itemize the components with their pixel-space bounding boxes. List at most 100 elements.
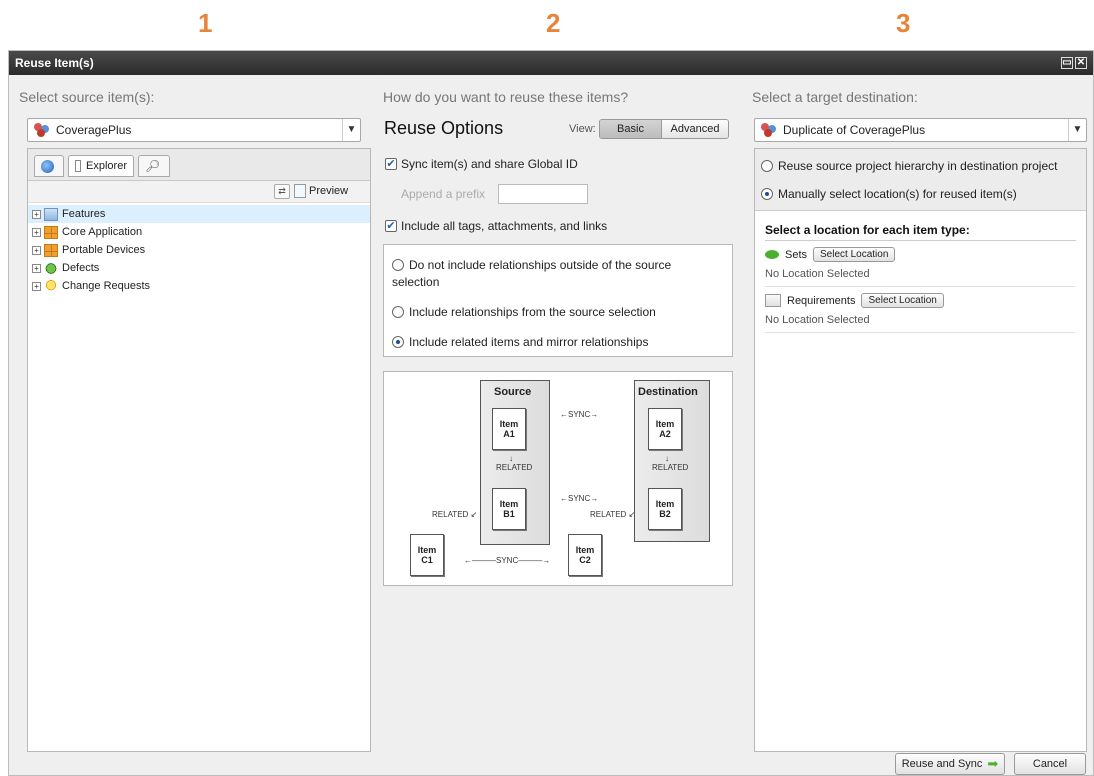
select-location-button[interactable]: Select Location: [861, 293, 944, 308]
relationship-diagram: Source Destination Item A1 Item A2 Item …: [383, 371, 733, 586]
select-location-button[interactable]: Select Location: [813, 247, 896, 262]
tab-globe[interactable]: [34, 155, 64, 177]
diagram-item-c1: Item C1: [410, 534, 444, 576]
prefix-input[interactable]: [498, 184, 588, 204]
tree-item-defects[interactable]: + Defects: [28, 259, 370, 277]
location-status: No Location Selected: [765, 314, 870, 326]
related-arrow-c1: RELATED ↙: [432, 510, 478, 519]
lightbulb-icon: [44, 279, 58, 293]
location-heading: Select a location for each item type:: [765, 223, 970, 237]
tab-explorer[interactable]: Explorer: [68, 155, 134, 177]
view-label: View:: [569, 123, 596, 135]
relationship-label: Do not include relationships outside of …: [392, 258, 672, 289]
related-arrow-c2: RELATED ↙: [590, 510, 636, 519]
diagram-item-c2: Item C2: [568, 534, 602, 576]
divider: [765, 240, 1076, 241]
source-project-name: CoveragePlus: [56, 123, 132, 137]
source-tree-panel: Explorer 🔎︎ ⇄ Preview + Features + Core …: [27, 148, 371, 752]
hierarchy-radio[interactable]: [761, 160, 773, 172]
view-basic-button[interactable]: Basic: [600, 120, 662, 138]
step-number-3: 3: [896, 8, 911, 38]
source-toolbar: ⇄ Preview: [28, 181, 370, 203]
sets-icon: [765, 250, 779, 259]
hierarchy-label: Reuse source project hierarchy in destin…: [778, 159, 1058, 173]
prefix-label: Append a prefix: [401, 187, 486, 201]
expand-icon[interactable]: +: [32, 209, 41, 219]
relationship-option[interactable]: Include relationships from the source se…: [392, 305, 656, 319]
tree-item-label: Change Requests: [62, 280, 151, 292]
view-advanced-button[interactable]: Advanced: [662, 120, 728, 138]
hierarchy-radio-selected[interactable]: [761, 188, 773, 200]
hierarchy-option[interactable]: Reuse source project hierarchy in destin…: [761, 159, 1057, 173]
tree-item-portable-devices[interactable]: + Portable Devices: [28, 241, 370, 259]
expand-icon[interactable]: +: [32, 227, 41, 237]
chevron-down-icon: ▼: [342, 119, 360, 141]
sync-label: Sync item(s) and share Global ID: [401, 157, 578, 171]
explorer-icon: [75, 160, 82, 172]
include-tags-checkbox[interactable]: ✔: [385, 220, 397, 232]
dialog-title-bar: Reuse Item(s) ▭ ✕: [9, 51, 1093, 75]
target-project-name: Duplicate of CoveragePlus: [783, 123, 926, 137]
related-label: RELATED: [590, 510, 627, 519]
diagram-item-a1: Item A1: [492, 408, 526, 450]
view-toggle: Basic Advanced: [599, 119, 729, 139]
sync-arrow-bottom: ←———SYNC———→: [464, 556, 551, 565]
sync-checkbox-row[interactable]: ✔ Sync item(s) and share Global ID: [385, 157, 578, 171]
sync-label: SYNC: [568, 494, 591, 503]
expand-icon[interactable]: +: [32, 245, 41, 255]
item-type-name: Requirements: [787, 294, 856, 307]
tab-search[interactable]: 🔎︎: [138, 155, 170, 177]
dialog-title: Reuse Item(s): [15, 56, 94, 70]
relationship-option[interactable]: Do not include relationships outside of …: [392, 257, 712, 291]
source-project-select[interactable]: CoveragePlus ▼: [27, 118, 361, 142]
tree-item-core-application[interactable]: + Core Application: [28, 223, 370, 241]
chevron-down-icon: ▼: [1068, 119, 1086, 141]
expand-icon[interactable]: +: [32, 263, 41, 273]
tree-item-label: Features: [62, 208, 106, 220]
preview-button[interactable]: Preview: [294, 184, 348, 198]
close-icon[interactable]: ✕: [1075, 57, 1087, 69]
item-type-sets: Sets Select Location No Location Selecte…: [765, 247, 1075, 287]
source-tabs: Explorer 🔎︎: [28, 149, 370, 181]
cancel-button[interactable]: Cancel: [1014, 753, 1086, 775]
diagram-source-label: Source: [494, 386, 532, 398]
reuse-and-sync-button[interactable]: Reuse and Sync ➡: [895, 753, 1005, 775]
reuse-and-sync-label: Reuse and Sync: [901, 758, 983, 770]
relationship-option[interactable]: Include related items and mirror relatio…: [392, 335, 648, 349]
diagram-item-a2: Item A2: [648, 408, 682, 450]
expand-icon[interactable]: +: [32, 281, 41, 291]
hierarchy-label: Manually select location(s) for reused i…: [778, 187, 1017, 201]
tree-item-change-requests[interactable]: + Change Requests: [28, 277, 370, 295]
relationship-label: Include relationships from the source se…: [409, 305, 656, 319]
tree-item-label: Portable Devices: [62, 244, 146, 256]
refresh-icon[interactable]: ⇄: [274, 184, 290, 199]
target-project-select[interactable]: Duplicate of CoveragePlus ▼: [754, 118, 1087, 142]
relationship-radio-selected[interactable]: [392, 336, 404, 348]
include-tags-checkbox-row[interactable]: ✔ Include all tags, attachments, and lin…: [385, 219, 607, 233]
features-icon: [44, 207, 58, 221]
reuse-items-dialog: Reuse Item(s) ▭ ✕ Select source item(s):…: [8, 50, 1094, 776]
tree-item-features[interactable]: + Features: [28, 205, 370, 223]
search-icon: 🔎︎: [145, 159, 161, 173]
step-number-1: 1: [198, 8, 213, 38]
tab-explorer-label: Explorer: [86, 160, 127, 172]
options-heading: How do you want to reuse these items?: [383, 89, 629, 105]
relationship-radio[interactable]: [392, 306, 404, 318]
hierarchy-option[interactable]: Manually select location(s) for reused i…: [761, 187, 1017, 201]
related-arrow-source: ↓ RELATED: [496, 454, 533, 472]
sync-label: SYNC: [496, 556, 519, 565]
relationship-label: Include related items and mirror relatio…: [409, 335, 649, 349]
diagram-item-b2: Item B2: [648, 488, 682, 530]
related-label: RELATED: [652, 463, 689, 472]
preview-label: Preview: [309, 185, 349, 197]
source-heading: Select source item(s):: [19, 89, 155, 105]
sync-checkbox[interactable]: ✔: [385, 158, 397, 170]
diagram-destination-label: Destination: [638, 386, 698, 398]
hierarchy-options: Reuse source project hierarchy in destin…: [755, 149, 1086, 211]
tree-item-label: Defects: [62, 262, 100, 274]
arrow-right-icon: ➡: [987, 756, 999, 771]
relationship-radio[interactable]: [392, 259, 404, 271]
reuse-options-title: Reuse Options: [384, 118, 504, 138]
folder-grid-icon: [44, 225, 58, 239]
maximize-icon[interactable]: ▭: [1061, 57, 1073, 69]
